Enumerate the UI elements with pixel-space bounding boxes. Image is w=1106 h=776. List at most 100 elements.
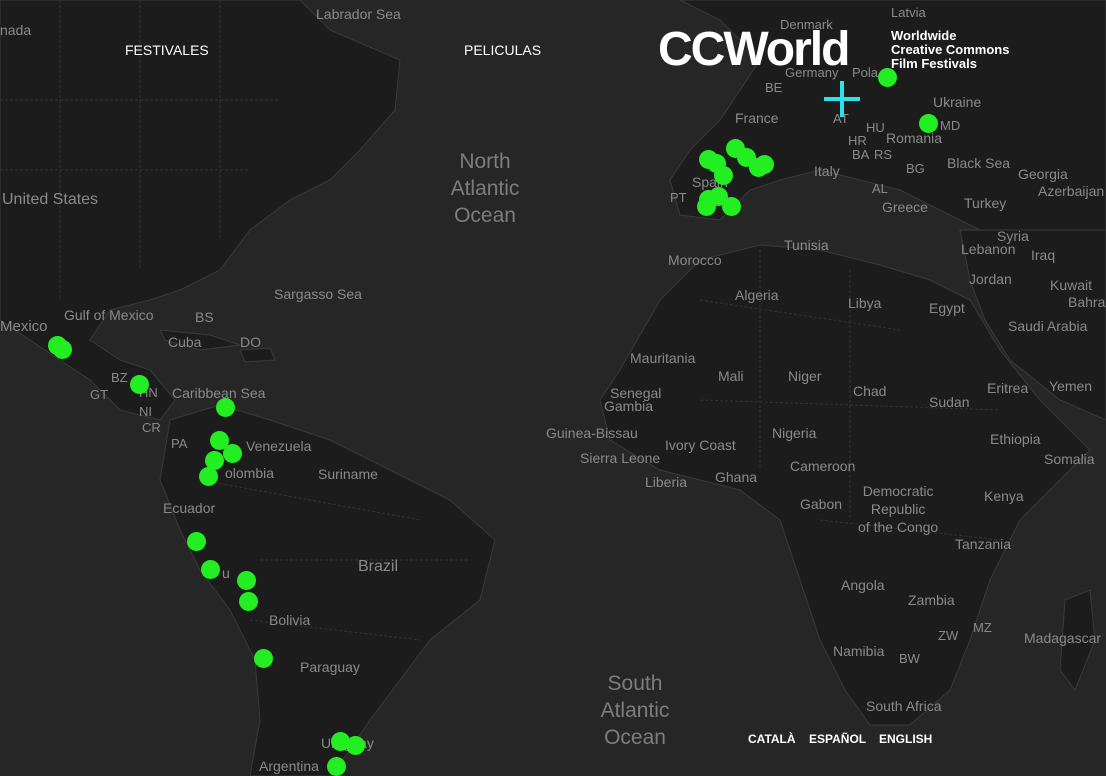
map-label-zimbabwe: ZW [938, 628, 959, 643]
map-label-mauritania: Mauritania [630, 350, 696, 366]
map-label-colombia: olombia [225, 465, 275, 481]
festival-marker[interactable] [755, 155, 774, 174]
map-label-nigeria: Nigeria [772, 425, 817, 441]
map-label-peru: u [222, 565, 230, 581]
map-label-tunisia: Tunisia [784, 237, 829, 253]
ocean-label-south-atlantic: South Atlantic Ocean [590, 670, 680, 751]
ocean-label-line: Ocean [454, 204, 516, 227]
ocean-label-line: Ocean [604, 726, 666, 749]
nav-festivales-link[interactable]: FESTIVALES [125, 42, 209, 58]
map-label-line: Democratic [862, 483, 934, 499]
map-label-mexico: Mexico [0, 318, 48, 335]
language-english-link[interactable]: ENGLISH [879, 732, 932, 746]
festival-marker[interactable] [714, 166, 733, 185]
map-crosshair-cursor[interactable] [824, 81, 860, 117]
map-label-venezuela: Venezuela [246, 438, 312, 454]
map-label-zambia: Zambia [908, 592, 955, 608]
map-label-turkey: Turkey [964, 195, 1007, 211]
map-label-kenya: Kenya [984, 488, 1024, 504]
map-label-cuba: Cuba [168, 334, 202, 350]
logo-tagline-line-1: Worldwide [891, 28, 957, 43]
map-label-ghana: Ghana [715, 469, 758, 485]
nav-peliculas-link[interactable]: PELICULAS [464, 42, 541, 58]
crosshair-vertical-bar [840, 81, 844, 117]
map-label-line: of the Congo [858, 519, 939, 535]
map-label-niger: Niger [788, 368, 822, 384]
map-label-black-sea: Black Sea [947, 155, 1011, 171]
map-base-layer[interactable] [0, 0, 1106, 776]
map-label-bahrain: Bahra [1068, 294, 1106, 310]
map-label-gambia: Gambia [604, 398, 654, 414]
map-label-guatemala: GT [90, 387, 109, 402]
map-label-moldova: MD [940, 118, 961, 133]
map-label-madagascar: Madagascar [1024, 630, 1102, 646]
map-label-poland: Pola [852, 65, 879, 80]
festival-marker[interactable] [239, 592, 258, 611]
map-label-bosnia: BA [852, 147, 870, 162]
map-label-iraq: Iraq [1031, 247, 1056, 263]
map-label-labrador-sea: Labrador Sea [316, 6, 401, 22]
festival-marker[interactable] [223, 444, 242, 463]
map-label-chad: Chad [853, 383, 887, 399]
map-label-costa-rica: CR [142, 420, 161, 435]
map-label-sudan: Sudan [929, 394, 970, 410]
map-label-drc: Democratic Republic of the Congo [858, 482, 938, 536]
map-label-mali: Mali [718, 368, 744, 384]
map-label-greece: Greece [882, 199, 928, 215]
map-label-guinea-bissau: Guinea-Bissau [546, 425, 638, 441]
festival-marker[interactable] [919, 114, 938, 133]
festival-marker[interactable] [327, 757, 346, 776]
map-label-bolivia: Bolivia [269, 612, 311, 628]
festival-marker[interactable] [187, 532, 206, 551]
map-label-algeria: Algeria [735, 287, 779, 303]
map-label-ivory-coast: Ivory Coast [665, 437, 736, 453]
map-label-jordan: Jordan [969, 271, 1012, 287]
map-label-united-states: United States [2, 191, 99, 208]
map-label-hungary: HU [866, 120, 885, 135]
ocean-label-line: South [607, 672, 663, 695]
map-label-bahamas: BS [195, 309, 214, 325]
festival-marker[interactable] [201, 560, 220, 579]
festival-marker[interactable] [346, 736, 365, 755]
festival-marker[interactable] [722, 197, 741, 216]
map-label-serbia: RS [874, 147, 893, 162]
map-label-panama: PA [171, 436, 188, 451]
festival-marker[interactable] [130, 375, 149, 394]
festival-marker[interactable] [237, 571, 256, 590]
festival-marker[interactable] [216, 398, 235, 417]
map-label-gabon: Gabon [800, 496, 843, 512]
map-label-kuwait: Kuwait [1050, 277, 1093, 293]
language-catala-link[interactable]: CATALÀ [748, 732, 796, 746]
map-label-ecuador: Ecuador [163, 500, 216, 516]
map-label-bulgaria: BG [906, 161, 925, 176]
map-label-suriname: Suriname [318, 466, 378, 482]
map-label-eritrea: Eritrea [987, 380, 1029, 396]
map-label-canada: nada [0, 22, 32, 38]
ccworld-logo[interactable]: CCWorld [658, 22, 850, 77]
map-label-morocco: Morocco [668, 252, 722, 268]
map-label-italy: Italy [814, 163, 840, 179]
map-label-belize: BZ [111, 370, 128, 385]
map-label-namibia: Namibia [833, 643, 885, 659]
language-espanol-link[interactable]: ESPAÑOL [809, 732, 866, 746]
map-label-france: France [735, 110, 779, 126]
map-label-brazil: Brazil [358, 558, 399, 575]
ocean-label-line: Atlantic [600, 699, 670, 722]
map-label-mozambique: MZ [973, 620, 992, 635]
map-label-saudi-arabia: Saudi Arabia [1008, 318, 1088, 334]
map-label-angola: Angola [841, 577, 885, 593]
map-label-sargasso-sea: Sargasso Sea [274, 286, 362, 302]
map-label-egypt: Egypt [929, 300, 965, 316]
map-label-tanzania: Tanzania [955, 536, 1012, 552]
map-label-georgia: Georgia [1018, 166, 1068, 182]
map-label-portugal: PT [670, 190, 687, 205]
map-label-ukraine: Ukraine [933, 94, 982, 110]
festival-marker[interactable] [254, 649, 273, 668]
festival-marker[interactable] [199, 467, 218, 486]
map-label-line: Republic [870, 501, 926, 517]
map-label-latvia: Latvia [891, 5, 926, 20]
map-view[interactable]: North Atlantic Ocean South Atlantic Ocea… [0, 0, 1106, 776]
map-label-dominican-republic: DO [240, 334, 261, 350]
map-label-lebanon: Lebanon [961, 241, 1016, 257]
festival-marker[interactable] [53, 340, 72, 359]
